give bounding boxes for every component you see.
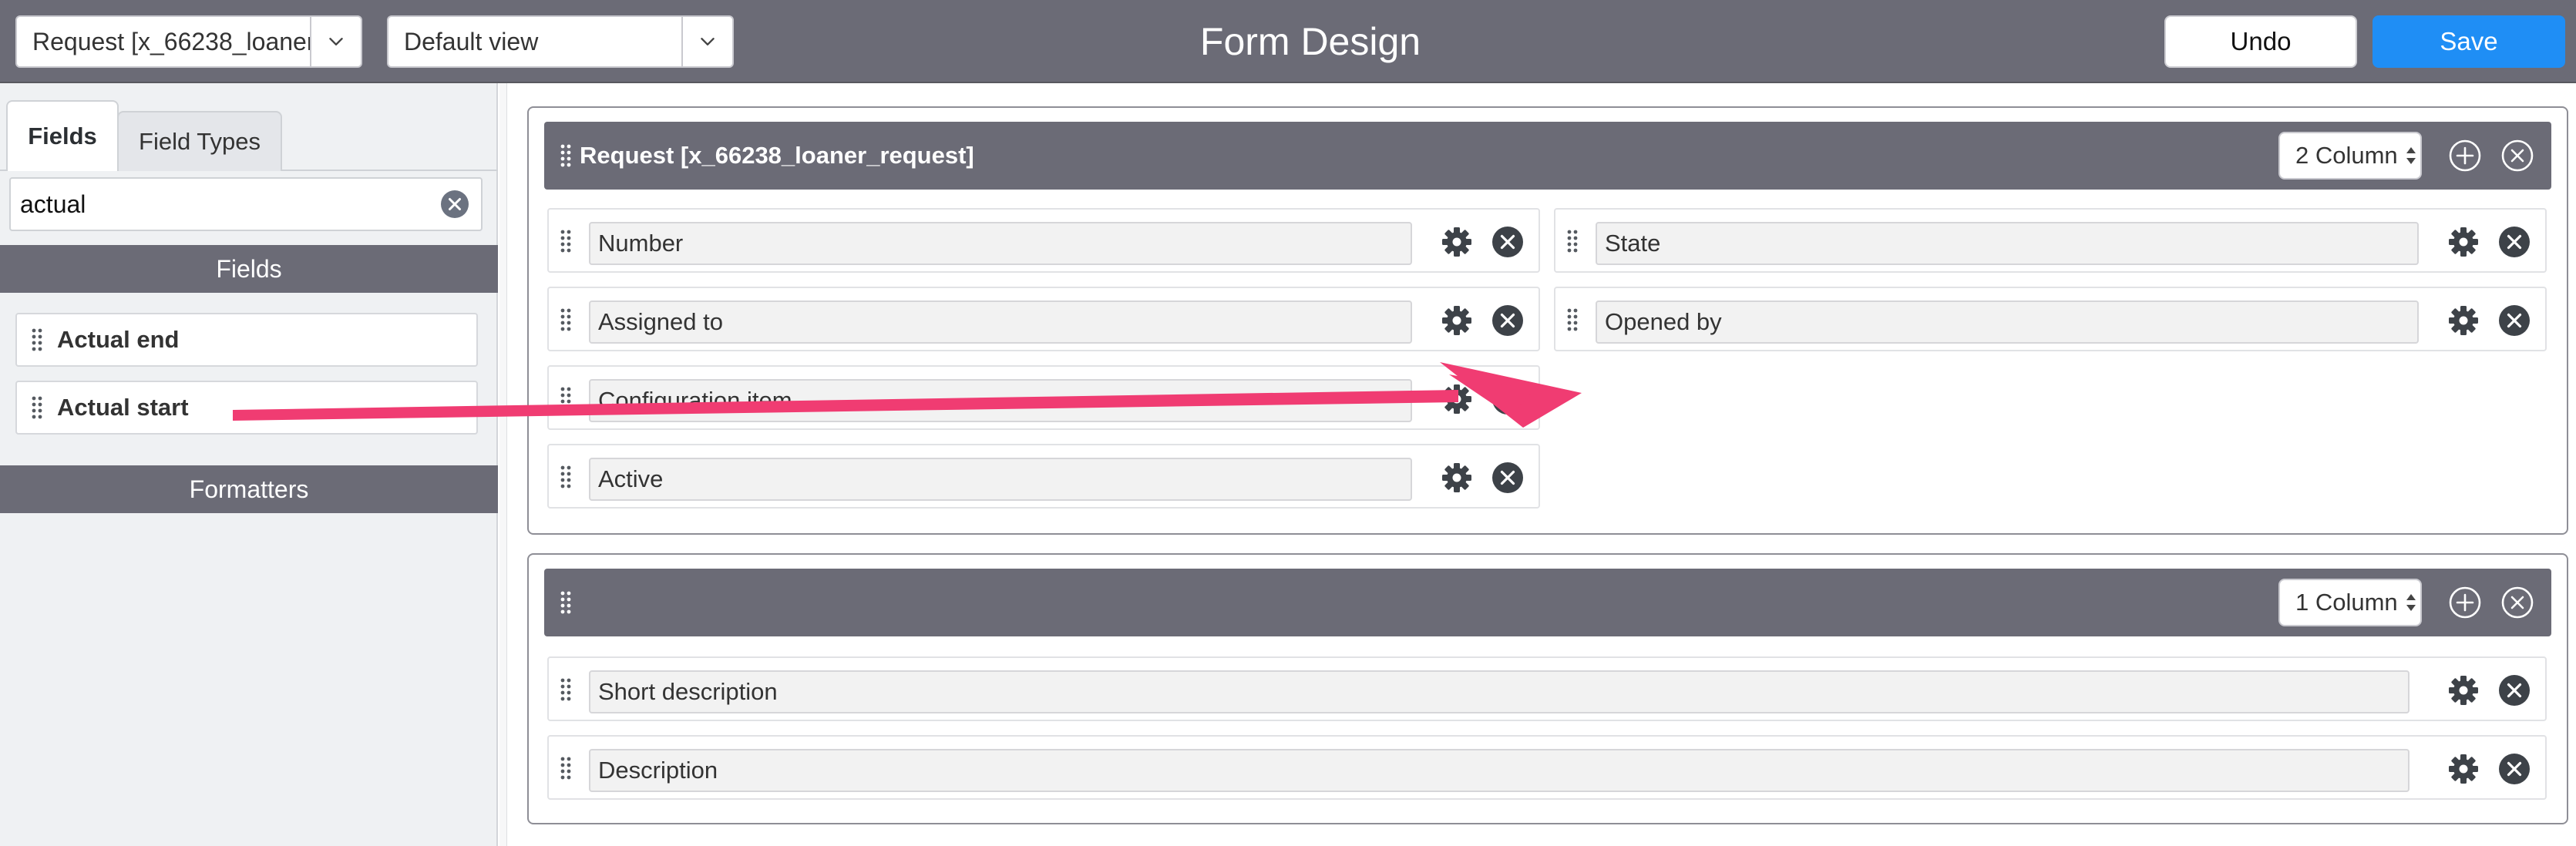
- form-field-configuration-item[interactable]: Configuration item: [589, 379, 1412, 422]
- formatters-heading: Formatters: [0, 465, 498, 513]
- gear-icon[interactable]: [1440, 461, 1474, 495]
- page-title: Form Design: [1199, 20, 1421, 63]
- add-section-icon[interactable]: [2448, 139, 2482, 173]
- form-field-row[interactable]: State: [1554, 208, 2547, 273]
- gear-icon[interactable]: [2447, 304, 2480, 337]
- view-select-value: Default view: [404, 27, 539, 55]
- table-select-value: Request [x_66238_loaner_request]: [32, 27, 310, 55]
- top-bar: Request [x_66238_loaner_request] Default…: [0, 0, 2576, 83]
- drag-handle-icon[interactable]: [31, 396, 43, 419]
- field-item-actual-start[interactable]: Actual start: [15, 381, 478, 435]
- gear-icon[interactable]: [2447, 752, 2480, 786]
- section-title: Request [x_66238_loaner_request]: [580, 142, 974, 169]
- drag-handle-icon[interactable]: [1566, 230, 1579, 253]
- drag-handle-icon[interactable]: [560, 757, 572, 780]
- clear-search-icon[interactable]: [439, 189, 470, 220]
- field-search: [9, 177, 483, 231]
- column-layout-value: 1 Column: [2295, 589, 2398, 616]
- gear-icon[interactable]: [2447, 673, 2480, 707]
- drag-handle-icon[interactable]: [560, 591, 572, 614]
- form-field-short-description[interactable]: Short description: [589, 670, 2410, 713]
- form-field-number[interactable]: Number: [589, 222, 1412, 265]
- form-field-opened-by[interactable]: Opened by: [1596, 300, 2419, 344]
- field-item-actual-end[interactable]: Actual end: [15, 313, 478, 367]
- field-search-input[interactable]: [11, 190, 439, 219]
- section-header-1: Request [x_66238_loaner_request]: [544, 122, 2551, 190]
- drag-handle-icon[interactable]: [560, 144, 572, 167]
- close-icon[interactable]: [2497, 752, 2531, 786]
- form-field-row[interactable]: Active: [547, 444, 1540, 509]
- gear-icon[interactable]: [1440, 382, 1474, 416]
- tab-field-types[interactable]: Field Types: [117, 111, 282, 171]
- form-field-row[interactable]: Short description: [547, 656, 2547, 721]
- panel-divider[interactable]: [499, 83, 507, 846]
- field-item-label: Actual start: [57, 394, 189, 421]
- section-header-2: [544, 569, 2551, 636]
- drag-handle-icon[interactable]: [560, 387, 572, 410]
- close-icon[interactable]: [1491, 461, 1525, 495]
- sort-arrows-icon: [2406, 144, 2416, 167]
- drag-handle-icon[interactable]: [1566, 308, 1579, 331]
- chevron-down-icon[interactable]: [310, 17, 361, 66]
- drag-handle-icon[interactable]: [31, 328, 43, 351]
- form-field-state[interactable]: State: [1596, 222, 2419, 265]
- close-icon[interactable]: [2497, 673, 2531, 707]
- close-icon[interactable]: [1491, 304, 1525, 337]
- remove-section-icon[interactable]: [2500, 139, 2534, 173]
- undo-button[interactable]: Undo: [2164, 15, 2357, 68]
- drag-handle-icon[interactable]: [560, 230, 572, 253]
- column-layout-select[interactable]: 2 Column: [2278, 132, 2422, 180]
- form-field-row[interactable]: Assigned to: [547, 287, 1540, 351]
- close-icon[interactable]: [2497, 304, 2531, 337]
- column-layout-select[interactable]: 1 Column: [2278, 579, 2422, 626]
- remove-section-icon[interactable]: [2500, 586, 2534, 619]
- table-select[interactable]: Request [x_66238_loaner_request]: [15, 15, 362, 68]
- gear-icon[interactable]: [2447, 225, 2480, 259]
- form-field-row[interactable]: Number: [547, 208, 1540, 273]
- chevron-down-icon[interactable]: [681, 17, 732, 66]
- form-field-assigned-to[interactable]: Assigned to: [589, 300, 1412, 344]
- drag-handle-icon[interactable]: [560, 465, 572, 488]
- gear-icon[interactable]: [1440, 225, 1474, 259]
- form-field-description[interactable]: Description: [589, 749, 2410, 792]
- form-field-active[interactable]: Active: [589, 458, 1412, 501]
- column-layout-value: 2 Column: [2295, 142, 2398, 169]
- view-select[interactable]: Default view: [387, 15, 734, 68]
- drag-handle-icon[interactable]: [560, 308, 572, 331]
- add-section-icon[interactable]: [2448, 586, 2482, 619]
- tab-fields[interactable]: Fields: [6, 100, 119, 171]
- drag-handle-icon[interactable]: [560, 678, 572, 701]
- form-field-row[interactable]: Opened by: [1554, 287, 2547, 351]
- form-field-row[interactable]: Configuration item: [547, 365, 1540, 430]
- sort-arrows-icon: [2406, 591, 2416, 614]
- field-item-label: Actual end: [57, 326, 180, 353]
- close-icon[interactable]: [1491, 382, 1525, 416]
- form-field-row[interactable]: Description: [547, 735, 2547, 800]
- fields-heading: Fields: [0, 245, 498, 293]
- gear-icon[interactable]: [1440, 304, 1474, 337]
- save-button[interactable]: Save: [2373, 15, 2565, 68]
- close-icon[interactable]: [1491, 225, 1525, 259]
- close-icon[interactable]: [2497, 225, 2531, 259]
